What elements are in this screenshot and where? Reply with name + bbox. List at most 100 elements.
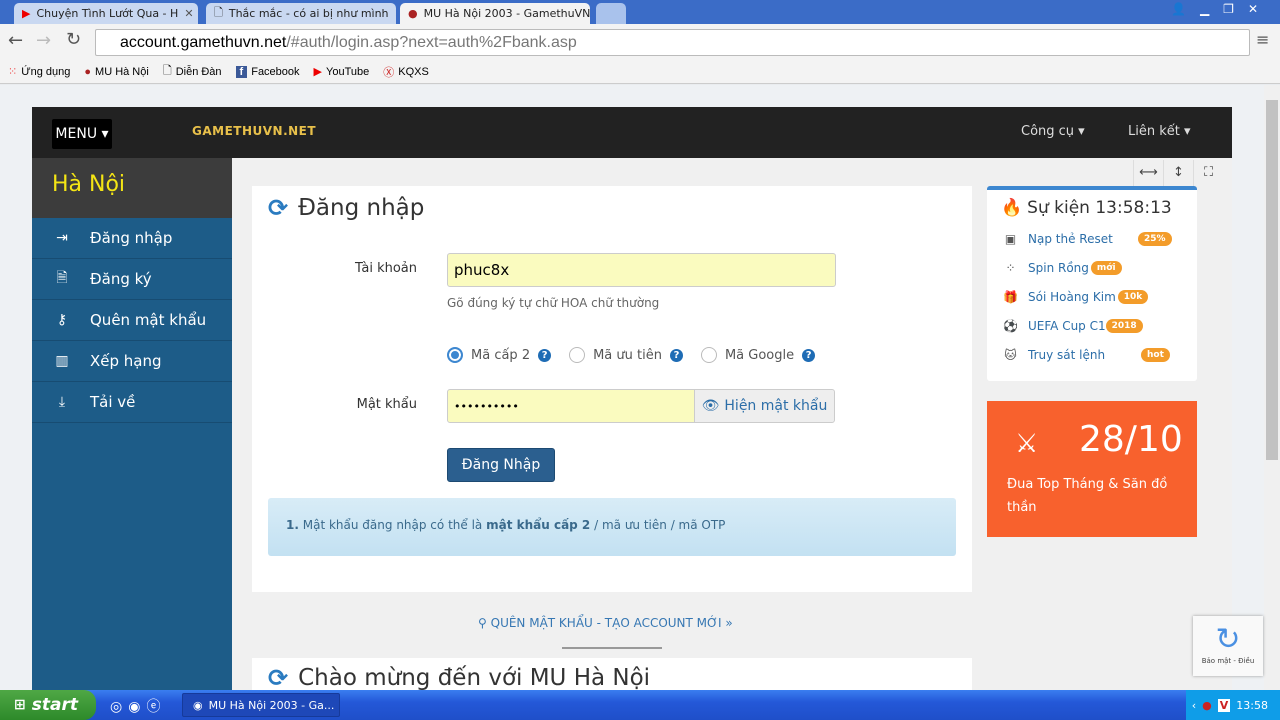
recaptcha-badge[interactable]: ↻ Bảo mật - Điều [1193, 616, 1263, 676]
document-icon: 🗋 [162, 65, 172, 77]
github-cat-icon: 🐱 [1004, 347, 1017, 362]
soccer-ball-icon: ⚽ [1003, 318, 1018, 333]
money-icon: ▣ [1004, 231, 1017, 246]
help-icon[interactable]: ? [538, 348, 552, 362]
bookmark-mu[interactable]: ● MU Hà Nội [84, 66, 148, 78]
expand-width-icon[interactable]: ⟷ [1133, 160, 1163, 186]
apps-icon: ⁙ [8, 66, 18, 78]
address-bar[interactable]: account.gamethuvn.net/#auth/login.asp?ne… [95, 29, 1250, 56]
bookmark-youtube[interactable]: ▶ YouTube [313, 65, 370, 79]
start-button[interactable]: ⊞ start [0, 690, 96, 720]
taskbar-window-chrome[interactable]: ◉ MU Hà Nội 2003 - Ga... [182, 693, 340, 717]
close-icon[interactable]: ✕ [395, 7, 396, 20]
tray-expand-icon[interactable]: ‹ [1192, 699, 1196, 712]
facebook-icon: f [235, 65, 248, 78]
welcome-title: ⟳ Chào mừng đến với MU Hà Nội [268, 664, 651, 690]
password-label: Mật khẩu [356, 397, 417, 412]
event-badge: 10k [1117, 289, 1149, 304]
youtube-icon: ▶ [313, 66, 322, 78]
sidebar-item-register[interactable]: 🗎 Đăng ký [32, 259, 232, 300]
sidebar-item-forgot-password[interactable]: ⚷ Quên mật khẩu [32, 300, 232, 341]
fire-icon: 🔥 [1001, 198, 1023, 218]
forward-icon[interactable]: → [36, 30, 51, 51]
radio-priority-code[interactable]: Mã ưu tiên? [569, 347, 683, 363]
login-submit-button[interactable]: Đăng Nhập [447, 448, 555, 482]
radio-level2-code[interactable]: Mã cấp 2? [447, 347, 552, 363]
eye-icon: 👁 [701, 398, 720, 414]
event-item[interactable]: 🎁 Sói Hoàng Kim 10k [1001, 282, 1183, 311]
fullscreen-icon[interactable]: ⛶ [1193, 160, 1223, 186]
mu-icon[interactable]: ● [1202, 699, 1212, 712]
app-icon[interactable]: ◎ [110, 699, 128, 715]
window-controls[interactable]: 👤▁❐✕ [1171, 2, 1272, 16]
event-badge: mới [1090, 260, 1122, 275]
new-tab-button[interactable] [596, 3, 626, 24]
sidebar-item-login[interactable]: ⇥ Đăng nhập [32, 218, 232, 259]
site-logo[interactable]: GAMETHUVN.NET [192, 124, 316, 138]
bookmark-forum[interactable]: 🗋 Diễn Đàn [163, 62, 222, 81]
sidebar-item-ranking[interactable]: ▥ Xếp hạng [32, 341, 232, 382]
welcome-panel: ⟳ Chào mừng đến với MU Hà Nội [252, 658, 972, 690]
expand-height-icon[interactable]: ↕ [1163, 160, 1193, 186]
event-item[interactable]: ⚽ UEFA Cup C1 2018 [1001, 311, 1183, 340]
bookmark-facebook[interactable]: f Facebook [235, 65, 300, 78]
radio-button[interactable] [700, 347, 717, 363]
forgot-create-account-link[interactable]: ⚲ QUÊN MẬT KHẨU - TẠO ACCOUNT MỚI » [478, 616, 733, 630]
show-password-button[interactable]: 👁 Hiện mật khẩu [694, 389, 835, 423]
promo-banner[interactable]: ⚔ 28/10 Đua Top Tháng & Săn đồ thần [987, 401, 1197, 537]
login-note: 1. Mật khẩu đăng nhập có thể là mật khẩu… [268, 498, 956, 556]
help-icon[interactable]: ? [669, 348, 683, 362]
radio-button[interactable] [569, 347, 586, 363]
close-icon[interactable]: ✕ [184, 7, 193, 20]
promo-date: 28/10 [1079, 419, 1183, 460]
spinner-icon: ⁘ [1005, 260, 1016, 275]
mu-icon: ● [408, 7, 418, 20]
gift-icon: 🎁 [1003, 289, 1018, 304]
chrome-icon[interactable]: ◉ [128, 699, 146, 715]
menu-button[interactable]: MENU ▾ [52, 119, 112, 149]
tab-youtube[interactable]: ▶ Chuyện Tình Lướt Qua - H ✕ [14, 3, 198, 24]
sidebar-title: Hà Nội [32, 158, 232, 218]
password-input[interactable]: •••••••••• [447, 389, 695, 423]
bookmark-kqxs[interactable]: Ⓧ KQXS [383, 64, 429, 80]
sidebar-item-download[interactable]: ⤓ Tải về [32, 382, 232, 423]
help-icon[interactable]: ? [802, 348, 816, 362]
v-app-icon[interactable]: V [1217, 698, 1231, 712]
refresh-icon: ⟳ [268, 664, 289, 690]
clock: 13:58 [1236, 698, 1268, 712]
tab-mu[interactable]: ●MU Hà Nội 2003 - GamethuVN✕ [400, 3, 590, 24]
bar-chart-icon: ▥ [55, 353, 69, 369]
youtube-icon: ▶ [22, 7, 31, 20]
windows-logo-icon: ⊞ [14, 697, 26, 713]
tab-forum[interactable]: 🗋Thắc mắc - có ai bị như mình✕ [206, 3, 396, 24]
account-input[interactable]: phuc8x [447, 253, 836, 287]
bookmark-apps[interactable]: ⁙ Ứng dụng [8, 65, 70, 79]
event-item[interactable]: ⁘ Spin Rồng mới [1001, 253, 1183, 282]
back-icon[interactable]: ← [8, 30, 23, 51]
promo-text: Đua Top Tháng & Săn đồ thần [1007, 477, 1168, 515]
bookmarks-bar: ⁙ Ứng dụng ● MU Hà Nội 🗋 Diễn Đàn f Facebook… [0, 60, 1280, 84]
radio-google-code[interactable]: Mã Google? [700, 347, 816, 363]
key-icon: ⚷ [56, 312, 68, 328]
warrior-icon: ⚔ [1015, 429, 1039, 459]
links-dropdown[interactable]: Liên kết ▾ [1128, 124, 1191, 139]
event-item[interactable]: 🐱 Truy sát lệnh hot [1001, 340, 1183, 369]
event-badge: 25% [1138, 231, 1172, 246]
menu-icon[interactable]: ≡ [1256, 30, 1269, 49]
radio-button[interactable] [447, 347, 463, 363]
ie-icon[interactable]: ⓔ [146, 699, 166, 715]
download-icon: ⤓ [58, 394, 66, 410]
reload-icon[interactable]: ↻ [66, 29, 81, 50]
events-title: 🔥 Sự kiện 13:58:13 [1001, 198, 1172, 218]
event-item[interactable]: ▣ Nạp thẻ Reset 25% [1001, 224, 1183, 253]
event-badge: hot [1141, 347, 1170, 362]
quick-launch[interactable]: ◎◉ⓔ [110, 696, 166, 716]
event-badge: 2018 [1105, 318, 1143, 333]
key-icon: ⚲ [478, 616, 487, 630]
scrollbar-thumb[interactable] [1266, 100, 1278, 460]
file-icon: 🗎 [56, 270, 68, 286]
events-panel: 🔥 Sự kiện 13:58:13 ▣ Nạp thẻ Reset 25% ⁘ Spi… [987, 186, 1197, 381]
account-hint: Gõ đúng ký tự chữ HOA chữ thường [447, 296, 660, 310]
tools-dropdown[interactable]: Công cụ ▾ [1021, 124, 1085, 139]
layout-tools: ⟷ ↕ ⛶ [1133, 160, 1223, 186]
